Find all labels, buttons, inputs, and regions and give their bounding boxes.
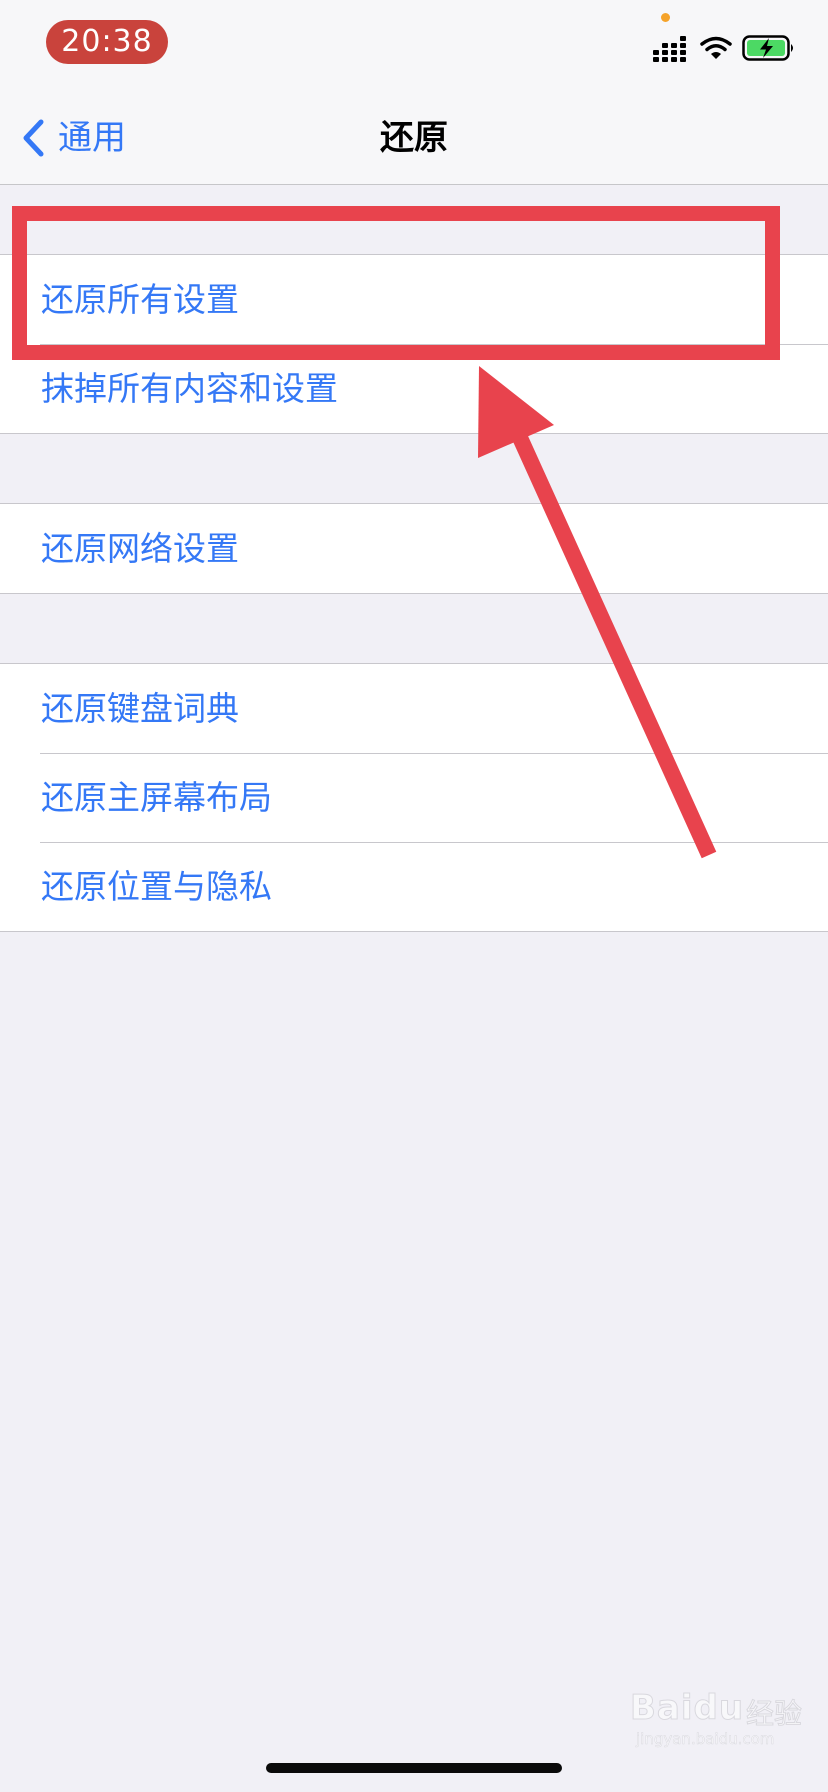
- reset-home-screen-layout-row[interactable]: 还原主屏幕布局: [0, 753, 828, 842]
- reset-location-privacy-row[interactable]: 还原位置与隐私: [0, 842, 828, 931]
- reset-home-screen-layout-label: 还原主屏幕布局: [41, 778, 272, 817]
- watermark-url: jingyan.baidu.com: [636, 1730, 775, 1749]
- reset-network-settings-label: 还原网络设置: [41, 529, 239, 568]
- privacy-indicator-dot: [661, 13, 670, 22]
- reset-network-settings-row[interactable]: 还原网络设置: [0, 504, 828, 593]
- reset-keyboard-dictionary-label: 还原键盘词典: [41, 689, 239, 728]
- settings-group-other: 还原键盘词典 还原主屏幕布局 还原位置与隐私: [0, 663, 828, 932]
- home-indicator[interactable]: [266, 1763, 562, 1773]
- watermark-brand: Baidu: [629, 1688, 745, 1729]
- wifi-icon: [700, 36, 732, 59]
- signal-icon: [653, 36, 686, 62]
- watermark-suffix: 经验: [745, 1697, 803, 1731]
- erase-all-content-row[interactable]: 抹掉所有内容和设置: [0, 344, 828, 433]
- settings-group-reset: 还原所有设置 抹掉所有内容和设置: [0, 254, 828, 434]
- settings-group-network: 还原网络设置: [0, 503, 828, 594]
- reset-all-settings-label: 还原所有设置: [41, 280, 239, 319]
- navigation-bar: 通用 还原: [0, 88, 828, 185]
- status-time: 20:38: [46, 20, 168, 64]
- page-title: 还原: [380, 118, 448, 158]
- baidu-watermark: Baidu 经验 jingyan.baidu.com: [629, 1688, 820, 1749]
- reset-keyboard-dictionary-row[interactable]: 还原键盘词典: [0, 664, 828, 753]
- battery-charging-icon: [742, 35, 793, 61]
- reset-all-settings-row[interactable]: 还原所有设置: [0, 255, 828, 344]
- reset-location-privacy-label: 还原位置与隐私: [41, 867, 272, 906]
- erase-all-content-label: 抹掉所有内容和设置: [41, 369, 338, 408]
- status-bar: 20:38: [0, 0, 828, 88]
